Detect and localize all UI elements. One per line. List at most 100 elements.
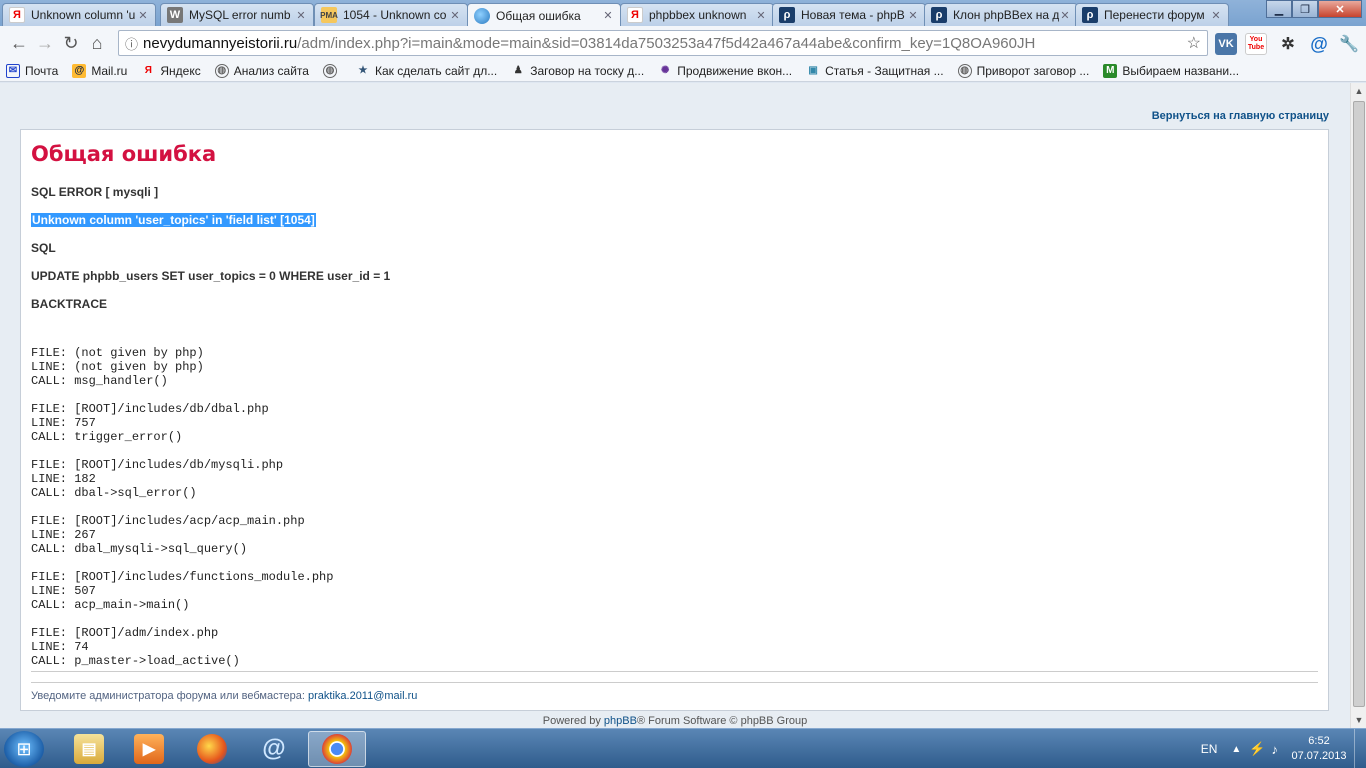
- browser-tab[interactable]: W MySQL error numb ✕: [160, 3, 314, 26]
- error-message: Unknown column 'user_topics' in 'field l…: [31, 213, 316, 227]
- close-tab-icon[interactable]: ✕: [755, 9, 767, 22]
- close-tab-icon[interactable]: ✕: [1059, 9, 1071, 22]
- bookmark-item[interactable]: ★ Как сделать сайт дл...: [356, 64, 497, 78]
- yandex-icon: Я: [627, 7, 643, 23]
- tab-title: MySQL error numb: [189, 8, 291, 22]
- tray-arrow-icon[interactable]: ▲: [1231, 744, 1241, 755]
- mailru-agent-icon[interactable]: @: [1308, 33, 1330, 55]
- vk-icon[interactable]: VK: [1215, 33, 1237, 55]
- phpbbex-icon: ρ: [1082, 7, 1098, 23]
- folder-icon: ▤: [74, 734, 104, 764]
- volume-icon[interactable]: ♪: [1272, 742, 1279, 757]
- backtrace-entry: FILE: [ROOT]/includes/db/dbal.php LINE: …: [31, 402, 269, 444]
- bookmark-item[interactable]: Я Яндекс: [141, 64, 201, 78]
- close-tab-icon[interactable]: ✕: [449, 9, 461, 22]
- sql-label: SQL: [31, 241, 56, 255]
- close-tab-icon[interactable]: ✕: [1210, 9, 1222, 22]
- bug-icon[interactable]: ✲: [1277, 33, 1299, 55]
- yandex-icon: Я: [144, 65, 152, 76]
- phpbbex-icon: ρ: [779, 7, 795, 23]
- sql-error-label: SQL ERROR [ mysqli ]: [31, 185, 159, 199]
- start-button[interactable]: ⊞: [4, 731, 44, 767]
- tab-strip: Я Unknown column 'u ✕ W MySQL error numb…: [0, 0, 1366, 27]
- globe-icon: ◍: [957, 63, 972, 78]
- youtube-icon[interactable]: You Tube: [1245, 33, 1267, 55]
- backtrace-entry: FILE: [ROOT]/includes/db/mysqli.php LINE…: [31, 458, 284, 500]
- backtrace-entry: FILE: [ROOT]/adm/index.php LINE: 74 CALL…: [31, 626, 240, 668]
- bookmark-item[interactable]: ▣ Статья - Защитная ...: [806, 64, 943, 78]
- taskbar: ⊞ ▤ ▶ @ EN ▲ ⚡ ♪ 6:52 07.07.2013: [0, 728, 1366, 768]
- backtrace: FILE: (not given by php) LINE: (not give…: [31, 346, 333, 682]
- error-panel: Общая ошибка SQL ERROR [ mysqli ] Unknow…: [20, 129, 1329, 711]
- back-arrow-icon[interactable]: ←: [6, 30, 32, 56]
- close-tab-icon[interactable]: ✕: [137, 9, 149, 22]
- browser-tab[interactable]: ρ Клон phpBBex на д ✕: [924, 3, 1078, 26]
- url-path: /adm/index.php?i=main&mode=main&sid=0381…: [297, 34, 1036, 52]
- bookmark-item[interactable]: ✺ Продвижение вкон...: [658, 64, 792, 78]
- bookmark-item[interactable]: ◍: [322, 63, 342, 78]
- tab-title: Общая ошибка: [496, 8, 581, 23]
- bookmark-item[interactable]: ◍ Приворот заговор ...: [957, 63, 1089, 78]
- network-icon[interactable]: ⚡: [1249, 741, 1265, 757]
- browser-tab-active[interactable]: Общая ошибка ✕: [467, 3, 621, 27]
- bookmark-item[interactable]: ◍ Анализ сайта: [214, 63, 309, 78]
- taskbar-mail-agent[interactable]: @: [245, 731, 303, 767]
- bookmark-item[interactable]: @ Mail.ru: [72, 63, 127, 78]
- browser-tab[interactable]: Я Unknown column 'u ✕: [2, 3, 156, 26]
- page-viewport: Вернуться на главную страницу Общая ошиб…: [0, 83, 1350, 728]
- scroll-down-icon[interactable]: ▼: [1351, 712, 1366, 728]
- sql-query: UPDATE phpbb_users SET user_topics = 0 W…: [31, 269, 391, 283]
- browser-tab[interactable]: PMA 1054 - Unknown co ✕: [314, 3, 468, 26]
- close-tab-icon[interactable]: ✕: [602, 9, 614, 22]
- m-icon: M: [1103, 63, 1118, 78]
- spark-icon: ✺: [661, 65, 670, 76]
- w-icon: W: [167, 7, 183, 23]
- tab-title: Unknown column 'u: [31, 8, 136, 22]
- media-player-icon: ▶: [134, 734, 164, 764]
- minimize-icon[interactable]: ▁: [1266, 0, 1292, 18]
- backtrace-label: BACKTRACE: [31, 297, 107, 311]
- phpbb-link[interactable]: phpBB: [604, 715, 637, 727]
- bookmark-item[interactable]: ♟ Заговор на тоску д...: [511, 64, 645, 78]
- clock[interactable]: 6:52 07.07.2013: [1284, 734, 1354, 764]
- forward-arrow-icon[interactable]: →: [32, 30, 58, 56]
- backtrace-entry: FILE: (not given by php) LINE: (not give…: [31, 346, 204, 388]
- taskbar-media-player[interactable]: ▶: [120, 731, 178, 767]
- show-desktop-button[interactable]: [1354, 729, 1366, 768]
- wrench-menu-icon[interactable]: 🔧: [1338, 33, 1360, 55]
- page-info-icon[interactable]: ⓘ: [125, 34, 138, 53]
- backtrace-entry: FILE: [ROOT]/includes/acp/acp_main.php L…: [31, 514, 305, 556]
- language-indicator[interactable]: EN: [1201, 742, 1218, 756]
- address-bar[interactable]: ⓘ nevydumannyeistorii.ru/adm/index.php?i…: [118, 30, 1208, 56]
- figure-icon: ♟: [513, 65, 523, 76]
- star-icon: ★: [358, 65, 368, 76]
- close-window-icon[interactable]: ✕: [1318, 0, 1362, 18]
- home-icon[interactable]: ⌂: [84, 30, 110, 56]
- browser-tab[interactable]: ρ Новая тема - phpB ✕: [772, 3, 926, 26]
- bookmark-star-icon[interactable]: ☆: [1187, 33, 1201, 53]
- vertical-scrollbar[interactable]: ▲ ▼: [1350, 83, 1366, 728]
- bookmarks-bar: ✉ Почта @ Mail.ru Я Яндекс ◍ Анализ сайта ◍ …: [0, 60, 1366, 82]
- browser-tab[interactable]: Я phpbbex unknown ✕: [620, 3, 774, 26]
- reload-icon[interactable]: ↻: [58, 30, 84, 56]
- taskbar-firefox[interactable]: [183, 731, 241, 767]
- bookmark-item[interactable]: M Выбираем названи...: [1103, 63, 1239, 78]
- admin-email-link[interactable]: praktika.2011@mail.ru: [308, 690, 417, 702]
- pma-icon: PMA: [320, 7, 338, 23]
- scroll-thumb[interactable]: [1353, 101, 1365, 707]
- close-tab-icon[interactable]: ✕: [295, 9, 307, 22]
- firefox-icon: [197, 734, 227, 764]
- mail-icon: ✉: [6, 63, 20, 78]
- browser-tab[interactable]: ρ Перенести форум ✕: [1075, 3, 1229, 26]
- bookmark-item[interactable]: ✉ Почта: [6, 63, 58, 78]
- globe-icon: [474, 7, 490, 24]
- taskbar-explorer[interactable]: ▤: [60, 731, 118, 767]
- taskbar-chrome[interactable]: [308, 731, 366, 767]
- close-tab-icon[interactable]: ✕: [907, 9, 919, 22]
- globe-icon: ◍: [322, 63, 337, 78]
- back-to-index-link[interactable]: Вернуться на главную страницу: [1152, 110, 1329, 122]
- image-icon: ▣: [808, 65, 818, 76]
- yandex-icon: Я: [9, 7, 25, 23]
- maximize-icon[interactable]: ❐: [1292, 0, 1318, 18]
- scroll-up-icon[interactable]: ▲: [1351, 83, 1366, 99]
